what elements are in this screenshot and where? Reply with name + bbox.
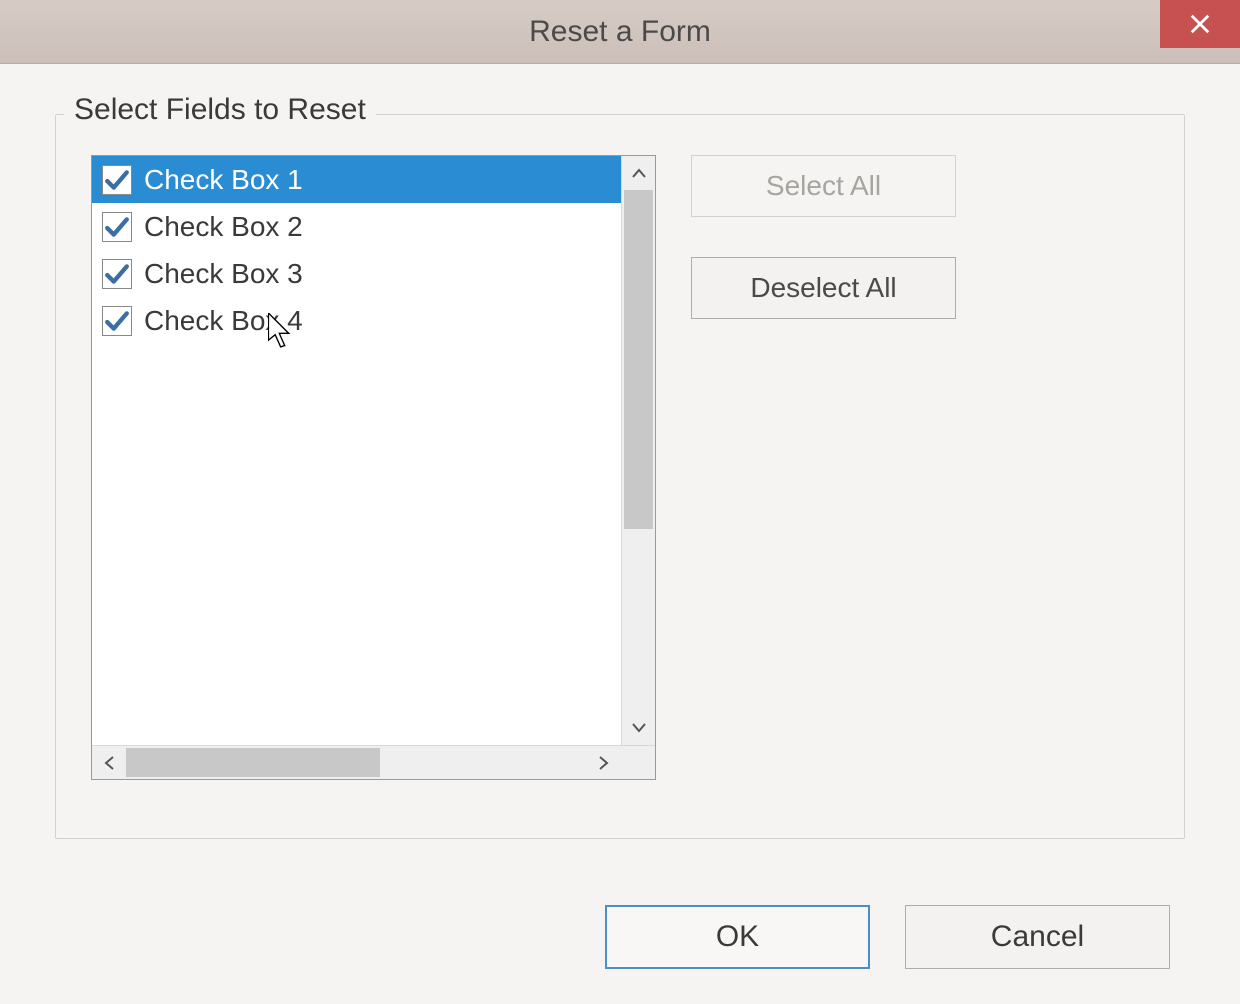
list-item[interactable]: Check Box 2 [92,203,621,250]
deselect-all-button[interactable]: Deselect All [691,257,956,319]
scroll-track-vertical[interactable] [622,190,655,711]
close-icon [1189,13,1211,35]
dialog-body: Select Fields to Reset Check Box 1Check … [0,64,1240,1004]
horizontal-scrollbar[interactable] [92,745,655,779]
list-item[interactable]: Check Box 4 [92,297,621,344]
checked-checkbox-icon[interactable] [102,306,132,336]
scroll-track-horizontal[interactable] [126,746,587,779]
dialog-title: Reset a Form [529,15,711,49]
checked-checkbox-icon[interactable] [102,165,132,195]
list-item[interactable]: Check Box 1 [92,156,621,203]
titlebar: Reset a Form [0,0,1240,64]
side-buttons: Select All Deselect All [691,155,956,803]
ok-button[interactable]: OK [605,905,870,969]
close-button[interactable] [1160,0,1240,48]
fields-listbox[interactable]: Check Box 1 Check Box 2 Check Box 3 Check B… [91,155,656,780]
footer-buttons: OK Cancel [605,905,1170,969]
scroll-left-icon[interactable] [92,746,126,779]
list-item-label: Check Box 2 [144,211,303,243]
scrollbar-corner [621,746,655,779]
fields-fieldset: Select Fields to Reset Check Box 1Check … [55,114,1185,839]
content-row: Check Box 1 Check Box 2 Check Box 3 Check B… [91,155,1149,803]
list-item-label: Check Box 4 [144,305,303,337]
checked-checkbox-icon[interactable] [102,259,132,289]
list-item-label: Check Box 1 [144,164,303,196]
select-all-button[interactable]: Select All [691,155,956,217]
fieldset-legend: Select Fields to Reset [64,93,376,127]
checked-checkbox-icon[interactable] [102,212,132,242]
scroll-up-icon[interactable] [622,156,655,190]
scroll-thumb-vertical[interactable] [624,190,653,529]
list-item[interactable]: Check Box 3 [92,250,621,297]
list-item-label: Check Box 3 [144,258,303,290]
cancel-button[interactable]: Cancel [905,905,1170,969]
scroll-right-icon[interactable] [587,746,621,779]
vertical-scrollbar[interactable] [621,156,655,745]
scroll-thumb-horizontal[interactable] [126,748,380,777]
scroll-down-icon[interactable] [622,711,655,745]
